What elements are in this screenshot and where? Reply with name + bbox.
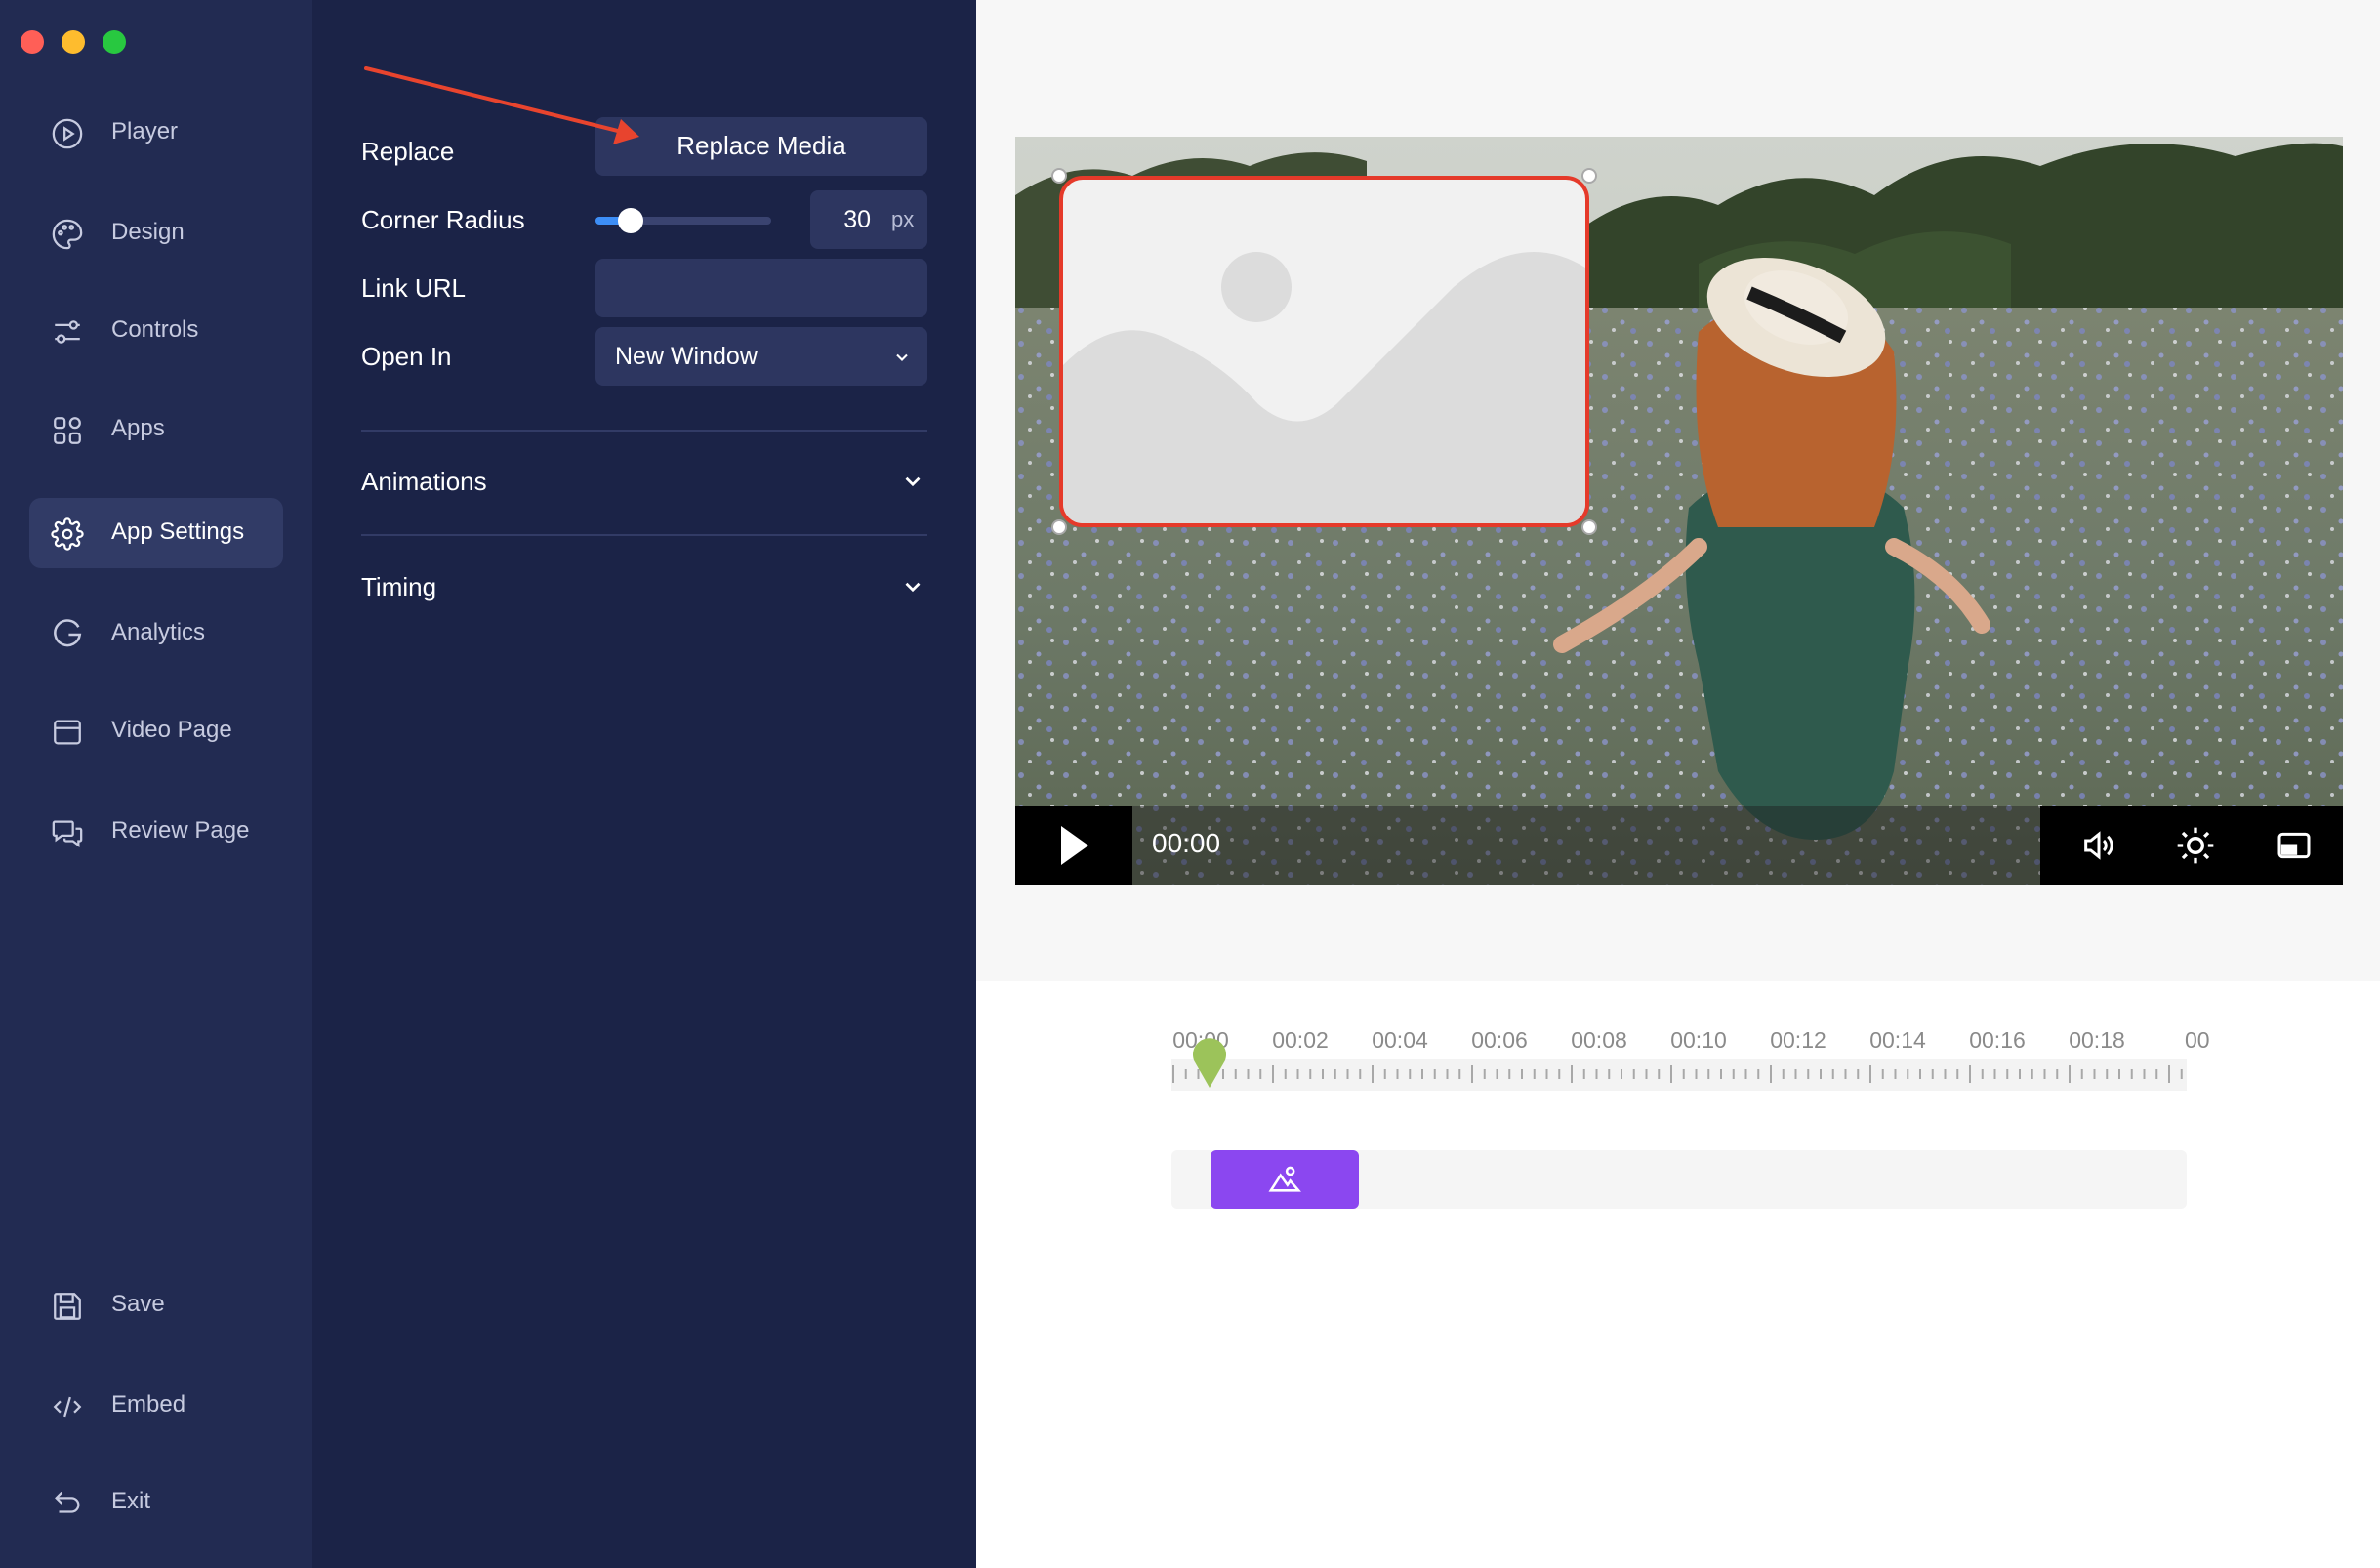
sidebar-item-analytics[interactable]: Analytics: [29, 598, 283, 669]
corner-radius-label: Corner Radius: [361, 205, 525, 234]
timeline-tick-label: 00:14: [1869, 1027, 1926, 1052]
window-close-button[interactable]: [21, 30, 44, 54]
chevron-down-icon: [905, 582, 921, 593]
progress-bar[interactable]: [1132, 806, 2040, 885]
image-overlay-selected[interactable]: [1059, 176, 1589, 527]
sidebar-item-label: Save: [111, 1291, 165, 1317]
apps-grid-icon: [54, 417, 81, 444]
sidebar-item-label: App Settings: [111, 518, 245, 545]
picture-in-picture-icon[interactable]: [2273, 826, 2316, 865]
sliders-icon: [55, 320, 80, 344]
timeline-tick-label: 00:08: [1571, 1027, 1627, 1052]
sidebar-item-apps[interactable]: Apps: [29, 394, 283, 465]
chevron-down-icon: [905, 476, 921, 487]
sidebar-item-label: Analytics: [111, 619, 206, 645]
resize-handle-bottom-left[interactable]: [1051, 519, 1067, 535]
timeline-tick-label: 00:10: [1670, 1027, 1727, 1052]
timeline-tick-label: 00: [2185, 1027, 2210, 1052]
sidebar-item-label: Exit: [111, 1488, 151, 1514]
play-icon: [1061, 826, 1088, 865]
timeline-tick-label: 00:02: [1272, 1027, 1329, 1052]
sidebar-item-design[interactable]: Design: [29, 198, 283, 268]
divider: [361, 430, 927, 432]
sidebar-item-label: Embed: [111, 1391, 186, 1418]
sidebar-item-app-settings[interactable]: App Settings: [29, 498, 283, 568]
open-in-label: Open In: [361, 342, 452, 371]
current-time: 00:00: [1152, 828, 1221, 858]
floppy-disk-icon: [54, 1293, 81, 1320]
timeline-image-clip[interactable]: [1211, 1150, 1359, 1209]
timeline-tick-label: 00:06: [1471, 1027, 1528, 1052]
window-zoom-button[interactable]: [103, 30, 126, 54]
play-button[interactable]: [1015, 806, 1132, 885]
corner-radius-unit: px: [891, 207, 915, 231]
sidebar-item-video-page[interactable]: Video Page: [29, 696, 283, 766]
chevron-down-icon: [896, 353, 908, 361]
analytics-icon: [54, 619, 82, 647]
gear-icon: [51, 517, 84, 551]
image-placeholder-icon: [1063, 252, 1585, 523]
link-url-input[interactable]: [595, 259, 927, 317]
palette-icon: [52, 219, 83, 250]
open-in-value: New Window: [615, 343, 758, 370]
resize-handle-bottom-right[interactable]: [1581, 519, 1597, 535]
volume-icon[interactable]: [2077, 826, 2120, 865]
play-circle-icon: [52, 118, 83, 149]
timeline-tick-label: 00:16: [1969, 1027, 2026, 1052]
annotation-arrow: [364, 66, 639, 144]
timing-label: Timing: [361, 572, 437, 601]
timeline-tick-label: 00:12: [1770, 1027, 1826, 1052]
timeline-tick-label: 00:18: [2069, 1027, 2125, 1052]
animations-section-header[interactable]: Animations: [361, 449, 927, 516]
sidebar-item-label: Player: [111, 118, 179, 144]
corner-radius-slider-thumb[interactable]: [618, 208, 643, 233]
sidebar-item-review-page[interactable]: Review Page: [29, 797, 283, 867]
browser-window-icon: [54, 720, 81, 745]
corner-radius-value: 30: [843, 206, 871, 233]
timeline-ruler[interactable]: [1171, 1059, 2187, 1091]
animations-label: Animations: [361, 467, 487, 496]
chat-bubbles-icon: [52, 820, 83, 848]
code-icon: [53, 1396, 82, 1418]
image-mountain-icon: [1268, 1166, 1301, 1192]
window-minimize-button[interactable]: [62, 30, 85, 54]
timeline-ticks: [1172, 1065, 2183, 1083]
sidebar-item-label: Controls: [111, 316, 199, 343]
timing-section-header[interactable]: Timing: [361, 555, 927, 621]
sidebar-item-label: Video Page: [111, 717, 232, 743]
sidebar-item-label: Review Page: [111, 817, 250, 844]
link-url-label: Link URL: [361, 273, 466, 303]
sidebar-item-player[interactable]: Player: [29, 98, 283, 168]
divider: [361, 534, 927, 536]
exit-arrow-icon: [55, 1491, 80, 1513]
sidebar-item-label: Apps: [111, 415, 165, 441]
video-player[interactable]: [1015, 137, 2343, 885]
sidebar-item-label: Design: [111, 219, 185, 245]
settings-gear-icon[interactable]: [2174, 824, 2217, 867]
resize-handle-top-right[interactable]: [1581, 168, 1597, 184]
corner-radius-input[interactable]: 30 px: [810, 190, 927, 249]
sidebar-item-controls[interactable]: Controls: [29, 296, 283, 366]
playhead-marker[interactable]: [1190, 1035, 1229, 1090]
sidebar-item-embed[interactable]: Embed: [29, 1371, 283, 1441]
sidebar-item-exit[interactable]: Exit: [29, 1467, 283, 1538]
open-in-select[interactable]: New Window: [595, 327, 927, 386]
resize-handle-top-left[interactable]: [1051, 168, 1067, 184]
timeline-tick-label: 00:04: [1372, 1027, 1428, 1052]
sidebar-item-save[interactable]: Save: [29, 1270, 283, 1341]
